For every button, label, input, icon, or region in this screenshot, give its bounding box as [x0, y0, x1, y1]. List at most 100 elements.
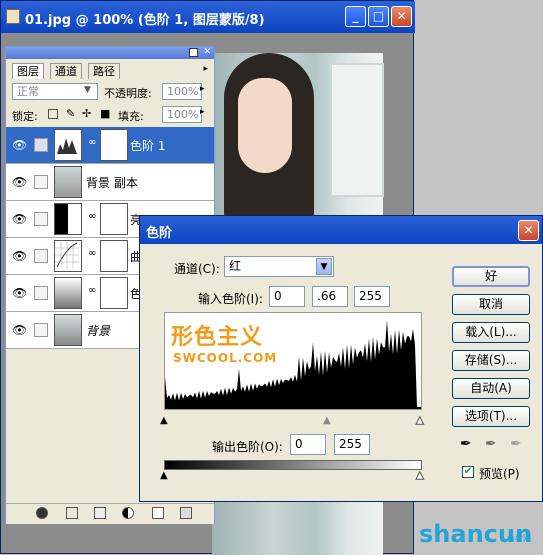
- layer-link-box[interactable]: [34, 249, 48, 263]
- chain-link-icon: ∞: [88, 137, 97, 148]
- fill-label: 填充:: [118, 110, 144, 123]
- panel-minimize-icon[interactable]: [189, 48, 198, 57]
- load-button[interactable]: 载入(L)...: [452, 322, 530, 343]
- layer-row-levels[interactable]: 👁 ∞ 色阶 1: [6, 127, 214, 164]
- watermark-text: 形色主义: [171, 325, 264, 350]
- eye-icon[interactable]: 👁: [12, 323, 27, 337]
- gray-eyedropper-icon[interactable]: ✒: [485, 436, 497, 452]
- add-mask-icon[interactable]: [66, 507, 78, 519]
- input-gamma-field[interactable]: .66: [312, 286, 348, 307]
- chain-link-icon: ∞: [88, 248, 97, 259]
- save-button[interactable]: 存储(S)...: [452, 350, 530, 371]
- chain-link-icon: ∞: [88, 285, 97, 296]
- layer-link-box[interactable]: [34, 286, 48, 300]
- document-icon: [6, 9, 20, 24]
- blend-row: 正常 ▼ 不透明度: 100% ▸: [6, 81, 214, 103]
- output-levels-label: 输出色阶(O):: [212, 440, 283, 454]
- output-white-field[interactable]: 255: [334, 434, 370, 455]
- histogram: 形色主义 SWCOOL.COM: [164, 312, 422, 410]
- brightness-adjustment-icon: [54, 203, 82, 235]
- fill-arrow-icon[interactable]: ▸: [200, 107, 205, 117]
- preview-label: 预览(P): [479, 467, 520, 481]
- site-logo-subtext: 山村网: [507, 534, 531, 543]
- layer-name: 背景: [86, 324, 111, 338]
- preview-checkbox[interactable]: ✔: [462, 466, 474, 478]
- white-eyedropper-icon[interactable]: ✒: [510, 436, 522, 452]
- levels-adjustment-icon: [54, 129, 82, 161]
- layer-mask-thumbnail[interactable]: [100, 277, 128, 309]
- layer-name: 色阶 1: [130, 139, 166, 153]
- opacity-input[interactable]: 100%: [162, 83, 202, 100]
- link-layers-icon[interactable]: [36, 507, 48, 519]
- lock-row: 锁定: ✎ ✢ ■ 填充: 100% ▸: [6, 105, 214, 125]
- fill-input[interactable]: 100%: [162, 106, 202, 123]
- levels-dialog: 色阶 ✕ 通道(C): 红 ▼ 输入色阶(I): 0 .66 255 形色主义 …: [139, 215, 543, 502]
- eye-icon[interactable]: 👁: [12, 138, 27, 152]
- color-adjustment-icon: [54, 277, 82, 309]
- input-white-slider[interactable]: ▲: [416, 415, 425, 427]
- maximize-button[interactable]: □: [368, 6, 389, 27]
- minimize-button[interactable]: _: [345, 6, 366, 27]
- new-layer-icon[interactable]: [152, 507, 164, 519]
- watermark-url: SWCOOL.COM: [173, 351, 278, 365]
- auto-button[interactable]: 自动(A): [452, 378, 530, 399]
- panel-tabs: 图层 通道 路径 ▸: [6, 61, 214, 79]
- options-button[interactable]: 选项(T)...: [452, 406, 530, 427]
- input-white-field[interactable]: 255: [354, 286, 390, 307]
- chain-link-icon: ∞: [88, 211, 97, 222]
- layer-thumbnail: [54, 166, 82, 198]
- lock-transparency-icon[interactable]: [48, 109, 58, 119]
- tab-paths[interactable]: 路径: [88, 63, 120, 79]
- chevron-down-icon[interactable]: ▼: [316, 258, 332, 275]
- eye-icon[interactable]: 👁: [12, 249, 27, 263]
- output-white-slider[interactable]: ▲: [416, 470, 425, 482]
- eye-icon[interactable]: 👁: [12, 175, 27, 189]
- layer-mask-thumbnail[interactable]: [100, 129, 128, 161]
- panel-menu-icon[interactable]: ▸: [203, 64, 208, 74]
- ok-button[interactable]: 好: [452, 266, 530, 287]
- cancel-button[interactable]: 取消: [452, 294, 530, 315]
- layer-mask-thumbnail[interactable]: [100, 240, 128, 272]
- layers-panel-footer: [6, 503, 214, 524]
- input-gamma-slider[interactable]: ▲: [323, 415, 331, 426]
- lock-label: 锁定:: [12, 110, 38, 123]
- layer-link-box[interactable]: [34, 175, 48, 189]
- dialog-close-button[interactable]: ✕: [518, 220, 539, 241]
- output-black-slider[interactable]: ▲: [160, 470, 168, 481]
- channel-label: 通道(C):: [174, 262, 220, 276]
- new-group-icon[interactable]: [94, 507, 106, 519]
- chevron-down-icon: ▼: [84, 85, 91, 95]
- document-title-bar[interactable]: 01.jpg @ 100% (色阶 1, 图层蒙版/8) _ □ ✕: [1, 1, 415, 33]
- eye-icon[interactable]: 👁: [12, 286, 27, 300]
- curves-adjustment-icon: [54, 240, 82, 272]
- layer-mask-link-icon: [34, 138, 48, 152]
- document-title: 01.jpg @ 100% (色阶 1, 图层蒙版/8): [25, 13, 265, 28]
- input-black-field[interactable]: 0: [269, 286, 305, 307]
- eye-icon[interactable]: 👁: [12, 212, 27, 226]
- layer-name: 背景 副本: [86, 176, 138, 190]
- layer-link-box[interactable]: [34, 323, 48, 337]
- lock-move-icon[interactable]: ✢: [82, 107, 91, 120]
- tab-channels[interactable]: 通道: [50, 63, 82, 79]
- new-adjustment-icon[interactable]: [122, 507, 134, 519]
- output-black-field[interactable]: 0: [290, 434, 326, 455]
- output-gradient-bar: [164, 460, 422, 470]
- trash-icon[interactable]: [180, 507, 192, 519]
- layers-panel-titlebar[interactable]: ✕: [6, 47, 214, 59]
- layer-row-background-copy[interactable]: 👁 背景 副本: [6, 164, 214, 201]
- layer-thumbnail: [54, 314, 82, 346]
- levels-dialog-titlebar[interactable]: 色阶 ✕: [140, 216, 542, 244]
- background-window: [330, 63, 384, 197]
- layer-mask-thumbnail[interactable]: [100, 203, 128, 235]
- opacity-arrow-icon[interactable]: ▸: [200, 84, 205, 94]
- panel-close-icon[interactable]: ✕: [203, 47, 211, 57]
- tab-layers[interactable]: 图层: [12, 63, 44, 79]
- input-levels-label: 输入色阶(I):: [198, 292, 263, 306]
- layer-link-box[interactable]: [34, 212, 48, 226]
- black-eyedropper-icon[interactable]: ✒: [460, 436, 472, 452]
- close-button[interactable]: ✕: [391, 6, 412, 27]
- lock-all-icon[interactable]: ■: [100, 107, 110, 120]
- lock-brush-icon[interactable]: ✎: [66, 107, 75, 120]
- input-black-slider[interactable]: ▲: [160, 415, 168, 426]
- opacity-label: 不透明度:: [104, 87, 152, 100]
